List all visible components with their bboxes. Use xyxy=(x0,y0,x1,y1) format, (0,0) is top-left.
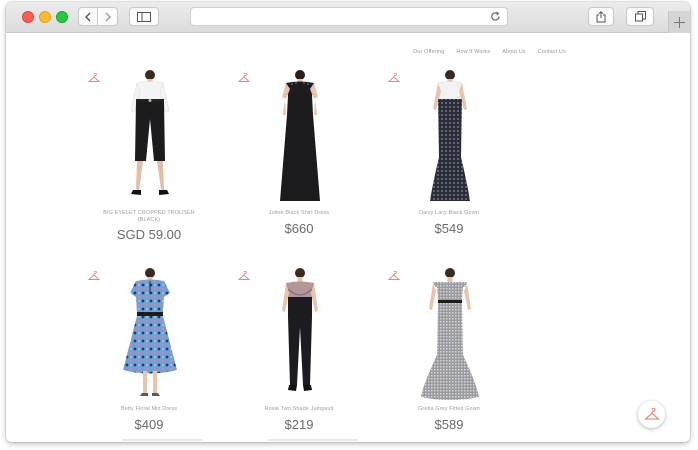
chevron-right-icon xyxy=(105,12,111,21)
share-icon xyxy=(596,10,606,22)
product-image[interactable] xyxy=(122,69,178,205)
main-nav: Our Offering How It Works About Us Conta… xyxy=(413,49,566,55)
nav-about-us[interactable]: About Us xyxy=(502,49,525,55)
close-window-button[interactable] xyxy=(22,11,34,23)
product-price: $589 xyxy=(434,417,464,432)
product-price: $660 xyxy=(284,221,314,236)
product-card[interactable]: Gretia Grey Fitted Gown $589 xyxy=(384,267,514,442)
sidebar-toggle-button[interactable] xyxy=(129,7,159,26)
chevron-left-icon xyxy=(85,12,91,21)
forward-button[interactable] xyxy=(97,7,118,26)
back-button[interactable] xyxy=(78,7,98,26)
product-name[interactable]: Rosie Two Shade Jumpsuit xyxy=(234,406,364,413)
product-price: $409 xyxy=(134,417,164,432)
share-button[interactable] xyxy=(588,7,614,26)
hanger-icon[interactable] xyxy=(238,73,250,83)
product-card[interactable]: Daisy Lacy Black Gown $549 xyxy=(384,69,514,249)
plus-icon xyxy=(674,16,685,28)
product-card[interactable]: BIG EYELET CROPPED TROUSER (BLACK) SGD 5… xyxy=(84,69,214,249)
reload-icon[interactable] xyxy=(490,11,501,22)
product-price: $549 xyxy=(434,221,464,236)
hanger-icon[interactable] xyxy=(388,271,400,281)
hanger-icon[interactable] xyxy=(88,73,100,83)
minimize-window-button[interactable] xyxy=(39,11,51,23)
product-image[interactable] xyxy=(274,69,326,205)
product-image[interactable] xyxy=(424,69,476,205)
hanger-icon[interactable] xyxy=(88,271,100,281)
wardrobe-button[interactable] xyxy=(638,401,665,428)
hanger-icon xyxy=(643,408,660,420)
nav-our-offering[interactable]: Our Offering xyxy=(413,49,444,55)
nav-how-it-works[interactable]: How It Works xyxy=(456,49,490,55)
product-card[interactable]: Joline Black Shirt Dress $660 xyxy=(234,69,364,249)
scroll-edge xyxy=(268,439,358,441)
product-card[interactable]: Betty Floral Mid Dress $409 xyxy=(84,267,214,442)
show-tabs-button[interactable] xyxy=(626,7,654,26)
product-price: $219 xyxy=(284,417,314,432)
hanger-icon[interactable] xyxy=(238,271,250,281)
product-name[interactable]: BIG EYELET CROPPED TROUSER (BLACK) xyxy=(99,210,199,224)
zoom-window-button[interactable] xyxy=(56,11,68,23)
product-card[interactable]: Rosie Two Shade Jumpsuit $219 xyxy=(234,267,364,442)
product-price: SGD 59.00 xyxy=(116,227,182,242)
nav-contact-us[interactable]: Contact Us xyxy=(538,49,566,55)
hanger-icon[interactable] xyxy=(388,73,400,83)
product-image[interactable] xyxy=(419,267,481,403)
tabs-icon xyxy=(634,11,646,22)
product-listing-page: Our Offering How It Works About Us Conta… xyxy=(6,33,690,442)
browser-toolbar xyxy=(6,2,690,33)
product-name[interactable]: Gretia Grey Fitted Gown xyxy=(384,406,514,413)
browser-window: Our Offering How It Works About Us Conta… xyxy=(6,2,690,442)
product-image[interactable] xyxy=(278,267,322,403)
product-image[interactable] xyxy=(117,267,183,403)
sidebar-icon xyxy=(137,11,151,22)
product-name[interactable]: Joline Black Shirt Dress xyxy=(234,210,364,217)
address-bar[interactable] xyxy=(190,7,508,26)
product-name[interactable]: Daisy Lacy Black Gown xyxy=(384,210,514,217)
scroll-edge xyxy=(122,439,202,441)
product-name[interactable]: Betty Floral Mid Dress xyxy=(84,406,214,413)
new-tab-button[interactable] xyxy=(668,11,690,33)
